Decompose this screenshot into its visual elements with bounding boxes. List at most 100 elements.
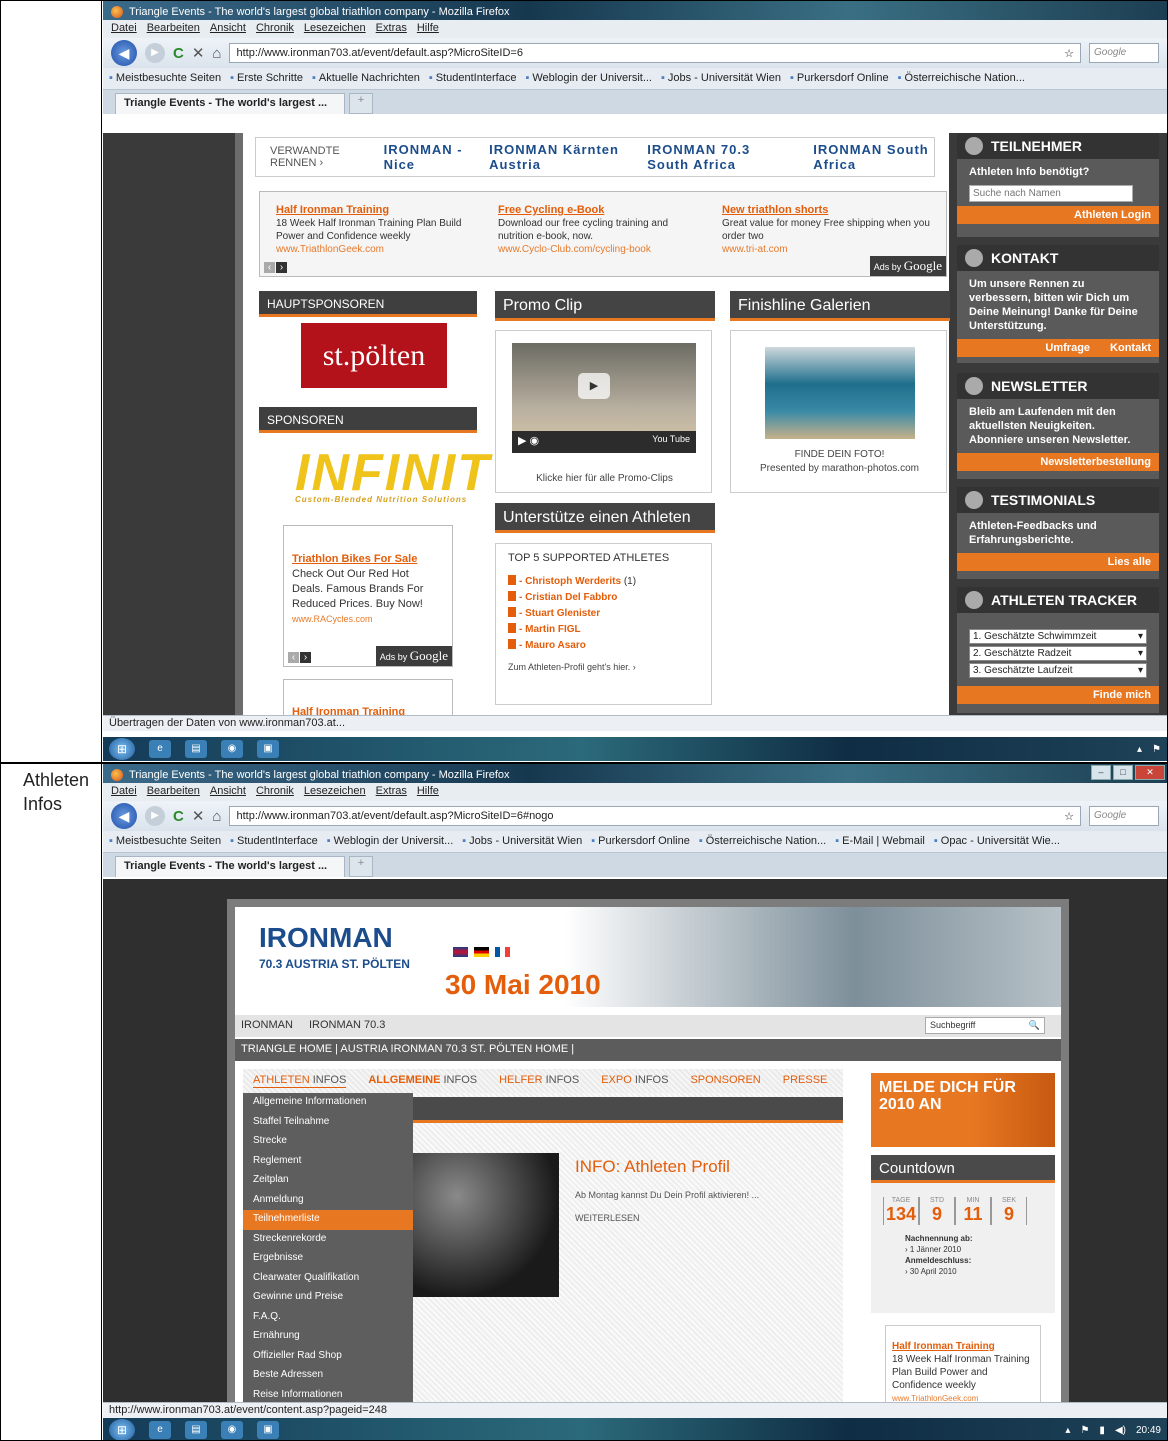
ad-item[interactable]: Triathlon Bikes For Sale Check Out Our R…	[292, 552, 442, 627]
bookmark-item[interactable]: Purkersdorf Online	[591, 835, 690, 848]
athlete-name[interactable]: - Mauro Asaro	[519, 640, 586, 651]
tab-helfer-infos[interactable]: HELFER INFOS	[499, 1074, 579, 1088]
ad-prev-icon[interactable]: ‹	[288, 652, 299, 663]
bookmark-item[interactable]: Weblogin der Universit...	[525, 72, 652, 85]
flag-icon[interactable]: ⚑	[1080, 1425, 1089, 1436]
ad-url[interactable]: www.RACycles.com	[292, 612, 442, 627]
finishline-photo[interactable]	[765, 347, 915, 439]
dropdown-item-selected[interactable]: Teilnehmerliste	[243, 1210, 413, 1230]
ads-by-google[interactable]: Ads by Google	[375, 646, 452, 666]
ad-title[interactable]: Half Ironman Training	[276, 204, 476, 217]
video-controls[interactable]: ▶ ◉ You Tube	[512, 431, 696, 453]
browser-tab[interactable]: Triangle Events - The world's largest ..…	[115, 856, 345, 877]
dropdown-item[interactable]: Gewinne und Preise	[243, 1288, 413, 1308]
tab-presse[interactable]: PRESSE	[783, 1074, 828, 1088]
ad-title[interactable]: Half Ironman Training	[292, 706, 405, 715]
bookmark-item[interactable]: Österreichische Nation...	[898, 72, 1025, 85]
bookmark-star-icon[interactable]: ☆	[1064, 47, 1074, 60]
athlete-profile-link[interactable]: Zum Athleten-Profil geht's hier. ›	[508, 662, 699, 672]
menu-ansicht[interactable]: Ansicht	[210, 785, 246, 799]
clock[interactable]: 20:49	[1136, 1425, 1161, 1436]
race-logo-703-sa[interactable]: IRONMAN 70.3 South Africa	[647, 142, 793, 172]
ad-nav[interactable]: ‹ ›	[264, 262, 288, 273]
bookmark-item[interactable]: Meistbesuchte Seiten	[109, 72, 221, 85]
play-icon[interactable]: ▶	[578, 373, 610, 399]
maximize-icon[interactable]: □	[1113, 765, 1133, 780]
ad-title[interactable]: New triathlon shorts	[722, 204, 932, 217]
bookmark-item[interactable]: Erste Schritte	[230, 72, 303, 85]
ads-by-google[interactable]: Ads by Google	[869, 256, 946, 276]
tab-sponsoren[interactable]: SPONSOREN	[690, 1074, 760, 1088]
back-button[interactable]: ◀	[111, 803, 137, 829]
ad-title[interactable]: Triathlon Bikes For Sale	[292, 552, 442, 567]
athlete-name[interactable]: - Martin FIGL	[519, 624, 581, 635]
athlete-search-input[interactable]	[969, 185, 1133, 202]
menu-lesezeichen[interactable]: Lesezeichen	[304, 785, 366, 799]
menu-extras[interactable]: Extras	[376, 22, 407, 36]
finde-mich-button[interactable]: Finde mich	[957, 686, 1159, 704]
ad-url[interactable]: www.Cyclo-Club.com/cycling-book	[498, 243, 698, 256]
flag-uk-icon[interactable]	[453, 947, 468, 957]
dropdown-item[interactable]: Offizieller Rad Shop	[243, 1347, 413, 1367]
breadcrumb-nav[interactable]: TRIANGLE HOME | AUSTRIA IRONMAN 70.3 ST.…	[235, 1039, 1061, 1061]
reload-icon[interactable]: C	[173, 45, 184, 62]
bookmark-item[interactable]: Jobs - Universität Wien	[661, 72, 781, 85]
bookmark-item[interactable]: E-Mail | Webmail	[835, 835, 925, 848]
bookmark-star-icon[interactable]: ☆	[1064, 810, 1074, 823]
bookmark-item[interactable]: Österreichische Nation...	[699, 835, 826, 848]
race-logo-kaernten[interactable]: IRONMAN Kärnten Austria	[489, 142, 627, 172]
related-races-label[interactable]: VERWANDTE RENNEN ›	[270, 145, 364, 169]
dropdown-item[interactable]: Ergebnisse	[243, 1249, 413, 1269]
st-poelten-logo[interactable]: st.pölten	[301, 323, 447, 388]
browser-tab[interactable]: Triangle Events - The world's largest ..…	[115, 93, 345, 114]
forward-button[interactable]: ▶	[145, 806, 165, 826]
bookmark-item[interactable]: StudentInterface	[429, 72, 517, 85]
firefox-taskbar-icon[interactable]: ◉	[221, 1421, 243, 1439]
race-logo-nice[interactable]: IRONMAN - Nice	[384, 142, 470, 172]
menu-hilfe[interactable]: Hilfe	[417, 22, 439, 36]
dropdown-item[interactable]: Strecke	[243, 1132, 413, 1152]
bookmark-item[interactable]: Opac - Universität Wie...	[934, 835, 1060, 848]
bookmark-item[interactable]: Meistbesuchte Seiten	[109, 835, 221, 848]
home-icon[interactable]: ⌂	[212, 45, 221, 62]
dropdown-item[interactable]: Anmeldung	[243, 1191, 413, 1211]
ad-next-icon[interactable]: ›	[276, 262, 287, 273]
kontakt-button[interactable]: Kontakt	[1110, 342, 1151, 354]
athlete-name[interactable]: - Christoph Werderits	[519, 576, 621, 587]
ad-title[interactable]: Free Cycling e-Book	[498, 204, 698, 217]
infinit-logo[interactable]: INFINIT Custom-Blended Nutrition Solution…	[295, 443, 491, 504]
bike-time-select[interactable]: 2. Geschätzte Radzeit ▾	[969, 646, 1147, 661]
race-logo-sa[interactable]: IRONMAN South Africa	[813, 142, 934, 172]
firefox-taskbar-icon[interactable]: ◉	[221, 740, 243, 758]
athlete-link[interactable]: - Cristian Del Fabbro	[508, 590, 699, 606]
dropdown-item[interactable]: Clearwater Qualifikation	[243, 1269, 413, 1289]
site-search-input[interactable]: Suchbegriff 🔍	[925, 1017, 1045, 1034]
start-button[interactable]: ⊞	[109, 1419, 135, 1440]
ironman-logo[interactable]: IRONMAN 70.3 AUSTRIA ST. PÖLTEN	[259, 924, 410, 977]
menu-bearbeiten[interactable]: Bearbeiten	[147, 785, 200, 799]
lies-alle-button[interactable]: Lies alle	[957, 553, 1159, 571]
search-box[interactable]: Google	[1089, 806, 1159, 826]
ad-item[interactable]: Half Ironman Training 18 Week Half Ironm…	[276, 204, 476, 256]
reload-icon[interactable]: C	[173, 808, 184, 825]
athleten-login-button[interactable]: Athleten Login	[957, 206, 1159, 224]
explorer-icon[interactable]: ▤	[185, 1421, 207, 1439]
ie-icon[interactable]: e	[149, 740, 171, 758]
ad-url[interactable]: www.TriathlonGeek.com	[276, 243, 476, 256]
start-button[interactable]: ⊞	[109, 738, 135, 760]
menu-chronik[interactable]: Chronik	[256, 22, 294, 36]
melde-dich-banner[interactable]: MELDE DICH FÜR 2010 AN	[871, 1073, 1055, 1147]
home-icon[interactable]: ⌂	[212, 808, 221, 825]
bookmark-item[interactable]: StudentInterface	[230, 835, 318, 848]
bookmark-item[interactable]: Purkersdorf Online	[790, 72, 889, 85]
athlete-link[interactable]: - Christoph Werderits (1)	[508, 574, 699, 590]
flag-de-icon[interactable]	[474, 947, 489, 957]
dropdown-item[interactable]: Reglement	[243, 1152, 413, 1172]
ie-icon[interactable]: e	[149, 1421, 171, 1439]
menu-datei[interactable]: Datei	[111, 22, 137, 36]
dropdown-item[interactable]: Beste Adressen	[243, 1366, 413, 1386]
menu-extras[interactable]: Extras	[376, 785, 407, 799]
ad-prev-icon[interactable]: ‹	[264, 262, 275, 273]
dropdown-item[interactable]: Staffel Teilnahme	[243, 1113, 413, 1133]
menu-bearbeiten[interactable]: Bearbeiten	[147, 22, 200, 36]
